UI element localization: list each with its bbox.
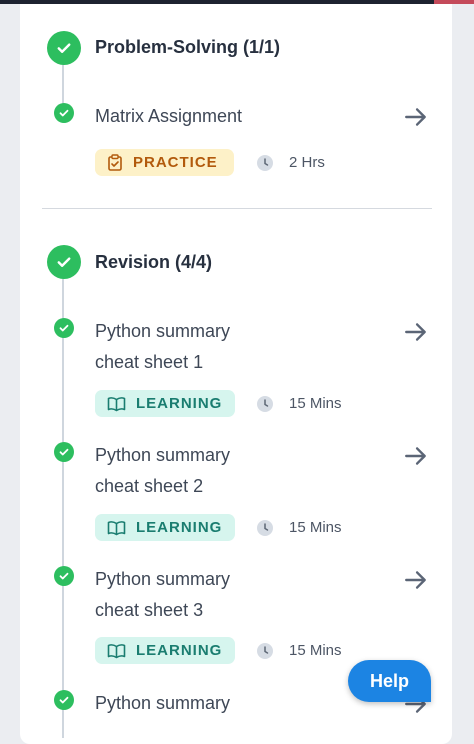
clock-icon (257, 396, 273, 412)
section-complete-check-icon (47, 31, 81, 65)
item-title: Matrix Assignment (95, 106, 243, 126)
item-complete-check-icon (54, 103, 74, 123)
item-title-line: cheat sheet 2 (95, 476, 204, 496)
item-title-line: Python summary (95, 569, 231, 589)
learning-badge: LEARNING (95, 637, 235, 664)
clock-icon (257, 643, 273, 659)
clipboard-icon (108, 154, 122, 171)
clock-icon (257, 155, 273, 171)
learning-badge: LEARNING (95, 514, 235, 541)
book-open-icon (107, 643, 126, 658)
arrow-right-icon[interactable] (403, 567, 429, 593)
item-title-line: cheat sheet 1 (95, 352, 204, 372)
arrow-right-icon[interactable] (403, 443, 429, 469)
item-complete-check-icon (54, 566, 74, 586)
timeline-line (62, 278, 64, 738)
book-open-icon (107, 520, 126, 535)
duration-text: 15 Mins (289, 642, 342, 659)
section-complete-check-icon (47, 245, 81, 279)
item-title: Python summary cheat sheet 3 (95, 564, 395, 626)
item-complete-check-icon (54, 318, 74, 338)
item-title: Python summary cheat sheet 2 (95, 440, 395, 502)
item-title-line: Python summary (95, 321, 231, 341)
item-title: Python summary cheat sheet 1 (95, 316, 395, 378)
duration-text: 15 Mins (289, 519, 342, 536)
book-open-icon (107, 396, 126, 411)
practice-badge: PRACTICE (95, 149, 234, 176)
item-title: Python summary (95, 688, 395, 719)
item-complete-check-icon (54, 442, 74, 462)
arrow-right-icon[interactable] (403, 319, 429, 345)
module-card: Problem-Solving (1/1) Matrix Assignment … (20, 4, 452, 744)
learning-badge: LEARNING (95, 390, 235, 417)
timeline-line (62, 62, 64, 104)
item-title-line: Python summary (95, 693, 231, 713)
section-title-problem-solving: Problem-Solving (1/1) (95, 37, 281, 57)
badge-label: LEARNING (136, 642, 223, 659)
duration-text: 15 Mins (289, 395, 342, 412)
duration-text: 2 Hrs (289, 154, 325, 171)
badge-label: LEARNING (136, 395, 223, 412)
badge-label: LEARNING (136, 519, 223, 536)
section-divider (42, 208, 432, 209)
clock-icon (257, 520, 273, 536)
arrow-right-icon[interactable] (403, 104, 429, 130)
item-title-line: cheat sheet 3 (95, 600, 204, 620)
badge-label: PRACTICE (133, 154, 218, 171)
item-complete-check-icon (54, 690, 74, 710)
section-title-revision: Revision (4/4) (95, 252, 213, 272)
item-title-line: Python summary (95, 445, 231, 465)
help-button[interactable]: Help (348, 660, 431, 702)
